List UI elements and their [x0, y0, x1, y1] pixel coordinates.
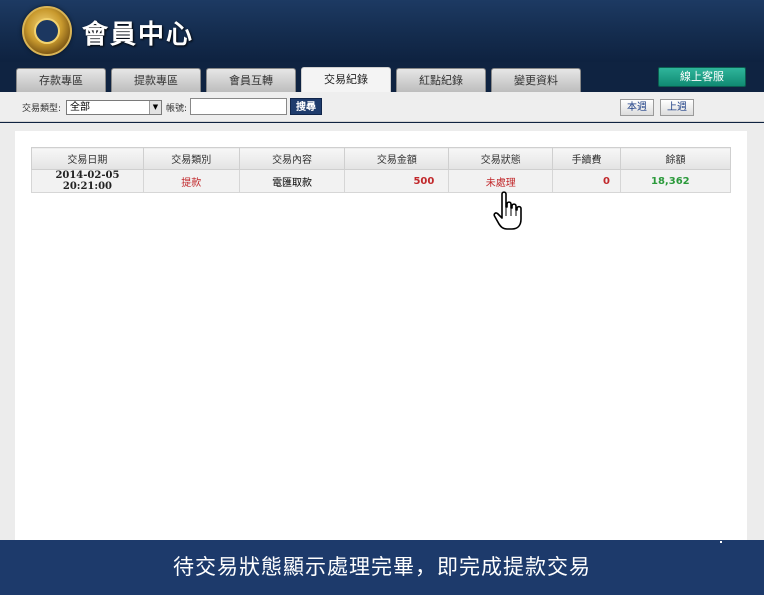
search-button[interactable]: 搜尋 — [290, 98, 322, 115]
records-panel: 交易日期 交易類別 交易內容 交易金額 交易狀態 手續費 餘額 2014-02-… — [15, 131, 747, 545]
cell-balance: 18,362 — [620, 169, 731, 193]
header: 會員中心 — [0, 0, 764, 62]
col-balance: 餘額 — [620, 147, 731, 170]
col-date: 交易日期 — [31, 147, 144, 170]
col-fee: 手續費 — [552, 147, 622, 170]
content-area: 交易日期 交易類別 交易內容 交易金額 交易狀態 手續費 餘額 2014-02-… — [0, 123, 764, 545]
tab-bar: 存款專區 提款專區 會員互轉 交易紀錄 紅點紀錄 變更資料 線上客服 — [0, 62, 764, 92]
this-week-button[interactable]: 本週 — [620, 99, 654, 116]
table-header-row: 交易日期 交易類別 交易內容 交易金額 交易狀態 手續費 餘額 — [31, 147, 731, 170]
tab-withdraw[interactable]: 提款專區 — [111, 68, 201, 92]
last-week-button[interactable]: 上週 — [660, 99, 694, 116]
col-content: 交易內容 — [238, 147, 346, 170]
tab-deposit[interactable]: 存款專區 — [16, 68, 106, 92]
transaction-table: 交易日期 交易類別 交易內容 交易金額 交易狀態 手續費 餘額 2014-02-… — [31, 147, 731, 193]
dropdown-arrow-icon[interactable]: ▼ — [149, 101, 161, 114]
tab-transaction-records[interactable]: 交易紀錄 — [301, 67, 391, 92]
cell-fee: 0 — [552, 169, 622, 193]
col-amount: 交易金額 — [344, 147, 450, 170]
transaction-type-select[interactable]: 全部 ▼ — [66, 100, 162, 115]
account-label: 帳號: — [166, 104, 188, 114]
tab-member-transfer[interactable]: 會員互轉 — [206, 68, 296, 92]
cell-category: 提款 — [142, 169, 240, 193]
instruction-caption: 待交易狀態顯示處理完畢，即完成提款交易 — [0, 540, 764, 595]
cell-amount: 500 — [344, 169, 450, 193]
cell-date: 2014-02-05 20:21:00 — [31, 169, 144, 193]
hand-pointer-icon — [493, 191, 522, 230]
account-input[interactable] — [190, 98, 287, 115]
table-row: 2014-02-05 20:21:00 提款 電匯取款 500 未處理 0 18… — [31, 169, 731, 193]
tab-change-info[interactable]: 變更資料 — [491, 68, 581, 92]
transaction-type-label: 交易類型: — [22, 104, 62, 114]
tab-points-records[interactable]: 紅點紀錄 — [396, 68, 486, 92]
col-category: 交易類別 — [142, 147, 240, 170]
transaction-type-value: 全部 — [70, 102, 90, 113]
page-title: 會員中心 — [82, 20, 195, 50]
dragon-logo-icon — [22, 6, 72, 56]
caption-dot — [720, 541, 722, 543]
cell-content: 電匯取款 — [238, 169, 346, 193]
filter-bar: 交易類型: 全部 ▼ 帳號: 搜尋 本週 上週 — [0, 92, 764, 122]
col-status: 交易狀態 — [448, 147, 554, 170]
online-service-button[interactable]: 線上客服 — [658, 67, 746, 87]
